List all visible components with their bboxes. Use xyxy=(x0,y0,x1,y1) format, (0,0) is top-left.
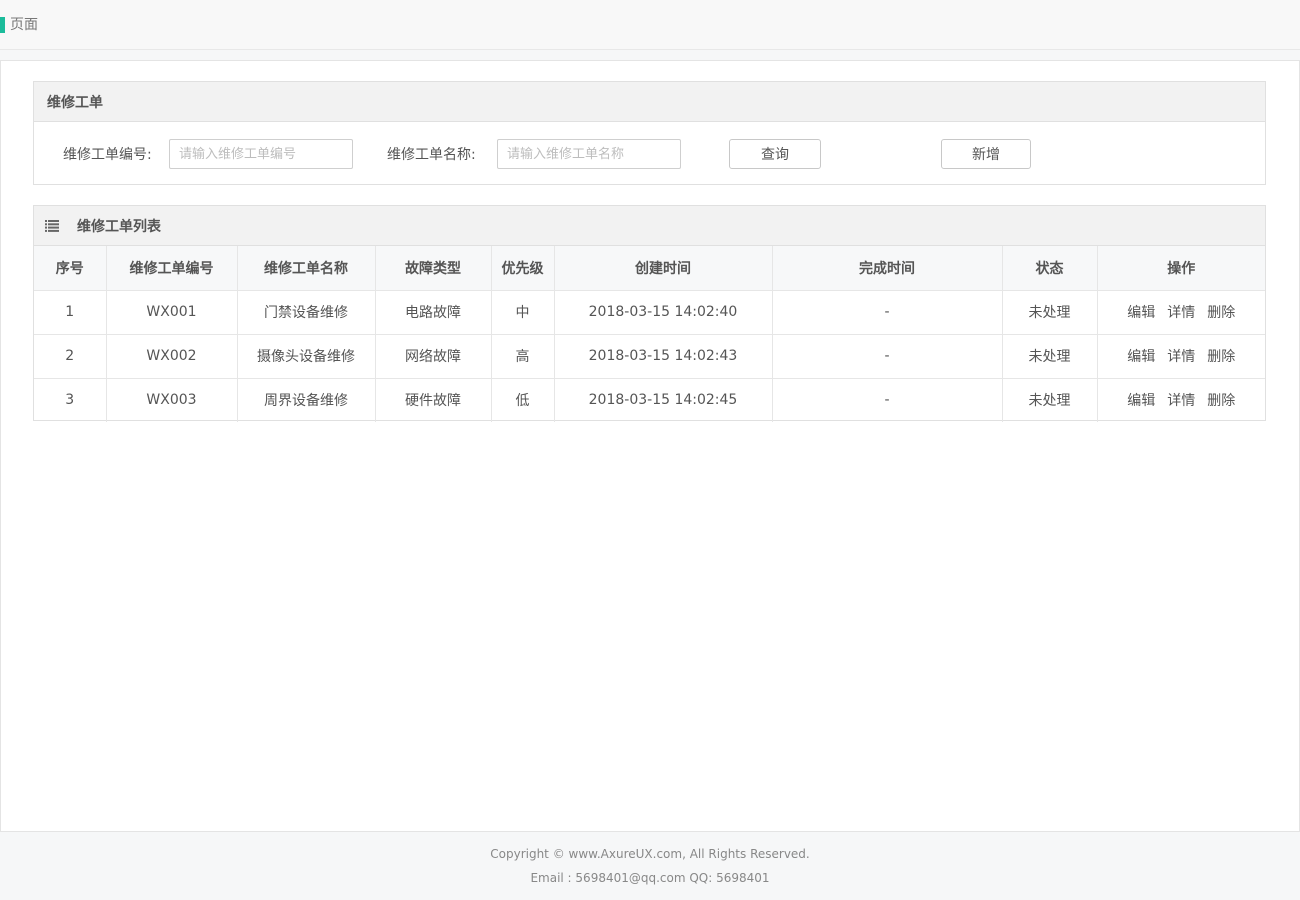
column-header: 故障类型 xyxy=(375,246,492,291)
cell-index: 1 xyxy=(34,290,107,335)
column-header: 优先级 xyxy=(491,246,555,291)
footer: Copyright © www.AxureUX.com, All Rights … xyxy=(0,832,1300,900)
table-row: 3 WX003 周界设备维修 硬件故障 低 2018-03-15 14:02:4… xyxy=(34,378,1265,422)
footer-contact: Email : 5698401@qq.com QQ: 5698401 xyxy=(530,871,770,885)
code-label: 维修工单编号: xyxy=(63,147,152,163)
cell-code: WX003 xyxy=(106,378,238,422)
cell-completed-time: - xyxy=(772,290,1003,335)
cell-index: 3 xyxy=(34,378,107,422)
name-search-input[interactable] xyxy=(497,139,681,169)
column-header: 维修工单名称 xyxy=(237,246,376,291)
edit-link[interactable]: 编辑 xyxy=(1127,305,1155,321)
edit-link[interactable]: 编辑 xyxy=(1127,393,1155,409)
page-title: 页面 xyxy=(10,17,38,33)
table-row: 1 WX001 门禁设备维修 电路故障 中 2018-03-15 14:02:4… xyxy=(34,290,1265,335)
work-order-table: 序号 维修工单编号 维修工单名称 故障类型 优先级 创建时间 完成时间 状态 操… xyxy=(34,246,1265,422)
cell-code: WX001 xyxy=(106,290,238,335)
search-form: 维修工单编号: 维修工单名称: 查询 新增 xyxy=(34,122,1265,184)
table-row: 2 WX002 摄像头设备维修 网络故障 高 2018-03-15 14:02:… xyxy=(34,334,1265,379)
cell-status: 未处理 xyxy=(1002,290,1098,335)
cell-fault-type: 硬件故障 xyxy=(375,378,492,422)
list-panel-title: 维修工单列表 xyxy=(77,218,161,235)
main-content: 维修工单 维修工单编号: 维修工单名称: 查询 新增 维修工单列表 xyxy=(0,60,1300,832)
delete-link[interactable]: 删除 xyxy=(1207,393,1235,409)
column-header: 完成时间 xyxy=(772,246,1003,291)
add-button[interactable]: 新增 xyxy=(941,139,1031,169)
cell-name: 门禁设备维修 xyxy=(237,290,376,335)
table-header-row: 序号 维修工单编号 维修工单名称 故障类型 优先级 创建时间 完成时间 状态 操… xyxy=(34,246,1265,291)
list-panel: 维修工单列表 序号 维修工单编号 维修工单名称 故障类型 优先级 创建时间 完成… xyxy=(33,205,1266,422)
search-panel: 维修工单 维修工单编号: 维修工单名称: 查询 新增 xyxy=(33,81,1266,185)
detail-link[interactable]: 详情 xyxy=(1167,305,1195,321)
column-header: 操作 xyxy=(1097,246,1265,291)
cell-actions: 编辑 详情 删除 xyxy=(1097,334,1265,379)
query-button[interactable]: 查询 xyxy=(729,139,821,169)
cell-created-time: 2018-03-15 14:02:40 xyxy=(554,290,773,335)
cell-status: 未处理 xyxy=(1002,334,1098,379)
cell-priority: 中 xyxy=(491,290,555,335)
delete-link[interactable]: 删除 xyxy=(1207,349,1235,365)
column-header: 维修工单编号 xyxy=(106,246,238,291)
cell-fault-type: 电路故障 xyxy=(375,290,492,335)
cell-status: 未处理 xyxy=(1002,378,1098,422)
cell-priority: 低 xyxy=(491,378,555,422)
cell-name: 周界设备维修 xyxy=(237,378,376,422)
column-header: 状态 xyxy=(1002,246,1098,291)
cell-code: WX002 xyxy=(106,334,238,379)
cell-actions: 编辑 详情 删除 xyxy=(1097,290,1265,335)
cell-created-time: 2018-03-15 14:02:43 xyxy=(554,334,773,379)
detail-link[interactable]: 详情 xyxy=(1167,393,1195,409)
cell-index: 2 xyxy=(34,334,107,379)
detail-link[interactable]: 详情 xyxy=(1167,349,1195,365)
cell-actions: 编辑 详情 删除 xyxy=(1097,378,1265,422)
top-bar: 页面 xyxy=(0,0,1300,50)
edit-link[interactable]: 编辑 xyxy=(1127,349,1155,365)
list-panel-header: 维修工单列表 xyxy=(34,206,1265,246)
footer-copyright: Copyright © www.AxureUX.com, All Rights … xyxy=(490,847,810,861)
cell-completed-time: - xyxy=(772,378,1003,422)
cell-name: 摄像头设备维修 xyxy=(237,334,376,379)
delete-link[interactable]: 删除 xyxy=(1207,305,1235,321)
column-header: 创建时间 xyxy=(554,246,773,291)
search-panel-title: 维修工单 xyxy=(34,82,1265,122)
name-label: 维修工单名称: xyxy=(387,147,476,163)
cell-priority: 高 xyxy=(491,334,555,379)
cell-fault-type: 网络故障 xyxy=(375,334,492,379)
list-icon xyxy=(45,219,59,232)
cell-completed-time: - xyxy=(772,334,1003,379)
cell-created-time: 2018-03-15 14:02:45 xyxy=(554,378,773,422)
code-search-input[interactable] xyxy=(169,139,353,169)
title-accent-bar xyxy=(0,17,5,33)
column-header: 序号 xyxy=(34,246,107,291)
